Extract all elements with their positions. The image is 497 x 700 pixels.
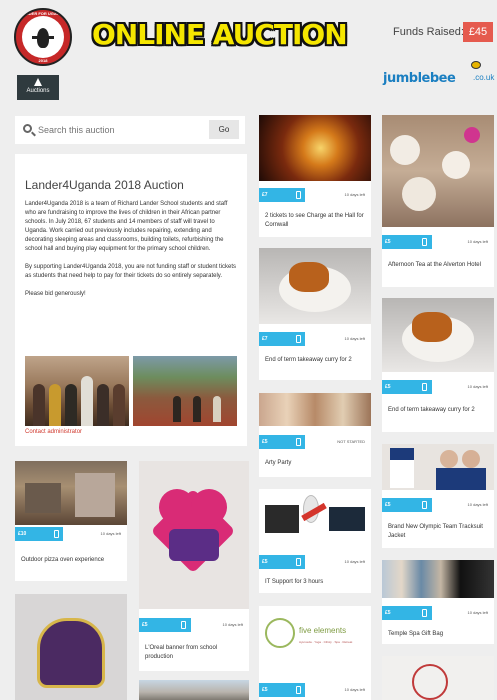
search-bar: Go [15, 116, 245, 144]
item-card-badminton[interactable] [382, 656, 494, 700]
jumblebee-domain: .co.uk [473, 73, 495, 82]
funds-raised-value: £45 [463, 22, 493, 42]
item-card-temple-spa[interactable]: £5 10 days left Temple Spa Gift Bag [382, 560, 494, 644]
item-time-left: 10 days left [467, 610, 488, 615]
info-paragraph-2: By supporting Lander4Uganda 2018, you ar… [25, 264, 237, 279]
item-title[interactable]: Outdoor pizza oven experience [21, 556, 124, 565]
bee-icon [471, 61, 481, 69]
item-time-left: 10 days left [344, 192, 365, 197]
bid-icon[interactable] [181, 621, 186, 629]
search-icon [23, 124, 32, 133]
tab-auctions[interactable]: Auctions [17, 75, 59, 100]
bird-icon [32, 28, 54, 48]
bid-icon[interactable] [422, 609, 427, 617]
item-title[interactable]: 2 tickets to see Charge at the Hall for … [265, 212, 368, 230]
item-time-left: 10 days left [344, 559, 365, 564]
item-card-five-elements[interactable]: five elements Ayurveda · Yoga · Cihsly ·… [259, 606, 371, 700]
bid-icon[interactable] [296, 335, 301, 343]
item-card-curry-2[interactable]: £5 10 days left End of term takeaway cur… [382, 298, 494, 432]
item-card-it-support[interactable]: £5 10 days left IT Support for 3 hours [259, 489, 371, 593]
bid-icon[interactable] [296, 686, 301, 694]
item-card-loreal-banner[interactable]: £5 10 days left L'Oreal banner from scho… [139, 461, 249, 671]
item-card-pizza-oven[interactable]: £10 10 days left Outdoor pizza oven expe… [15, 461, 127, 581]
item-card-landscape[interactable] [139, 680, 249, 700]
item-title[interactable]: L'Oreal banner from school production [145, 644, 246, 662]
five-elements-tagline: Ayurveda · Yoga · Cihsly · Spa · Retreat [299, 640, 353, 644]
jumblebee-name: jumblebee [383, 71, 456, 86]
item-card-afternoon-tea[interactable]: £5 10 days left Afternoon Tea at the Alv… [382, 115, 494, 287]
item-time-left: 10 days left [100, 531, 121, 536]
auction-icon [34, 78, 42, 86]
afternoon-tea-image [382, 115, 494, 227]
landscape-image [139, 680, 249, 700]
bid-icon[interactable] [422, 238, 427, 246]
arty-party-image [259, 393, 371, 426]
logo-emblem [22, 16, 64, 58]
search-input[interactable] [38, 120, 218, 140]
loreal-banner-image [139, 461, 249, 609]
item-time-left: 10 days left [344, 336, 365, 341]
bid-icon[interactable] [296, 191, 301, 199]
auction-info-panel: Lander4Uganda 2018 Auction Lander4Uganda… [15, 154, 247, 446]
olympic-jacket-image [382, 444, 494, 490]
page-title: ONLINE AUCTION [92, 18, 348, 51]
auction-title: Lander4Uganda 2018 Auction [25, 178, 184, 192]
building-work-photo [133, 356, 237, 426]
five-elements-image: five elements Ayurveda · Yoga · Cihsly ·… [259, 606, 371, 676]
item-time-left: 10 days left [467, 239, 488, 244]
item-time-left: 10 days left [467, 502, 488, 507]
tab-auctions-label: Auctions [26, 88, 50, 94]
curry-image [382, 298, 494, 372]
info-paragraph-1: Lander4Uganda 2018 is a team of Richard … [25, 201, 228, 252]
bid-icon[interactable] [54, 530, 59, 538]
item-title[interactable]: End of term takeaway curry for 2 [388, 406, 491, 415]
go-button[interactable]: Go [209, 120, 239, 139]
school-shirt-image [15, 594, 127, 700]
jumblebee-logo[interactable]: jumblebee .co.uk [383, 61, 495, 93]
bid-icon[interactable] [296, 438, 301, 446]
badminton-image [382, 656, 494, 700]
item-card-arty-party[interactable]: £5 NOT STARTED Arty Party [259, 393, 371, 477]
pizza-oven-image [15, 461, 127, 525]
item-title[interactable]: Afternoon Tea at the Alverton Hotel [388, 261, 491, 270]
item-time-left: NOT STARTED [337, 439, 365, 444]
curry-image [259, 248, 371, 324]
item-time-left: 10 days left [222, 622, 243, 627]
item-card-curry-1[interactable]: £7 10 days left End of term takeaway cur… [259, 248, 371, 380]
charge-image [259, 115, 371, 181]
item-title[interactable]: Brand New Olympic Team Tracksuit Jacket [388, 523, 491, 541]
logo-bottom-text: 2018 [38, 58, 48, 63]
item-card-school-tshirt[interactable] [15, 594, 127, 700]
item-title[interactable]: IT Support for 3 hours [265, 578, 368, 587]
info-paragraph-3: Please bid generously! [25, 291, 86, 297]
bid-icon[interactable] [422, 383, 427, 391]
it-support-image [259, 489, 371, 547]
item-card-charge-tickets[interactable]: £7 10 days left 2 tickets to see Charge … [259, 115, 371, 237]
item-card-olympic-jacket[interactable]: £5 10 days left Brand New Olympic Team T… [382, 444, 494, 548]
bid-icon[interactable] [422, 501, 427, 509]
bid-icon[interactable] [296, 558, 301, 566]
item-title[interactable]: Temple Spa Gift Bag [388, 630, 491, 639]
five-elements-name: five elements [299, 626, 347, 635]
item-time-left: 10 days left [467, 384, 488, 389]
lander-logo: LANDER FOR UGANDA 2018 [14, 8, 72, 66]
info-photos [25, 356, 237, 426]
funds-raised-label: Funds Raised: [393, 26, 464, 38]
item-title[interactable]: Arty Party [265, 459, 368, 468]
item-title[interactable]: End of term takeaway curry for 2 [265, 356, 368, 365]
item-time-left: 10 days left [344, 687, 365, 692]
contact-administrator-link[interactable]: Contact administrator [25, 429, 82, 435]
temple-spa-image [382, 560, 494, 598]
students-photo [25, 356, 129, 426]
